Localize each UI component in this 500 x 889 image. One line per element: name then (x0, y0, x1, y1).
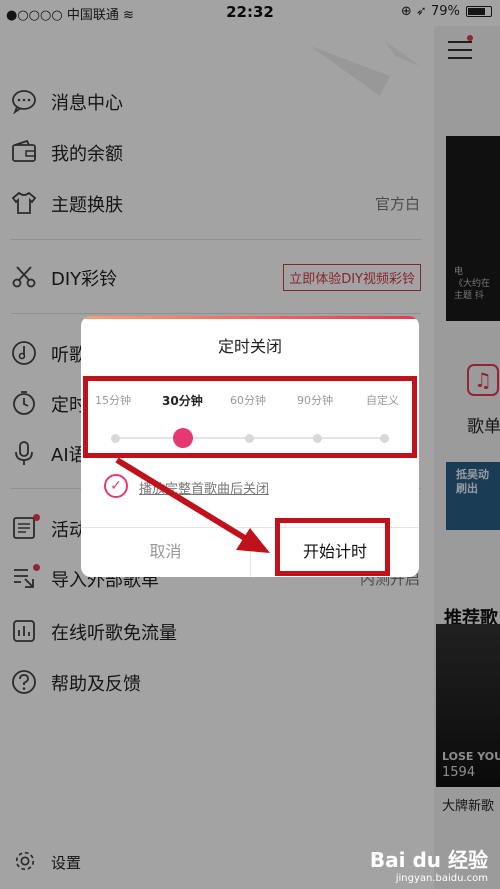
cancel-button[interactable]: 取消 (81, 527, 250, 577)
watermark-brand: Bai du 经验 (369, 848, 488, 872)
baidu-watermark: Bai du 经验 jingyan.baidu.com (370, 844, 488, 884)
annotation-box-options (83, 376, 417, 458)
watermark-url: jingyan.baidu.com (395, 873, 488, 884)
finish-song-label[interactable]: 播放完整首歌曲后关闭 (139, 478, 269, 497)
dialog-accent-line (81, 316, 419, 319)
dialog-title: 定时关闭 (217, 337, 282, 356)
checkbox-checked-icon[interactable]: ✓ (104, 474, 128, 498)
annotation-box-start (275, 518, 390, 576)
